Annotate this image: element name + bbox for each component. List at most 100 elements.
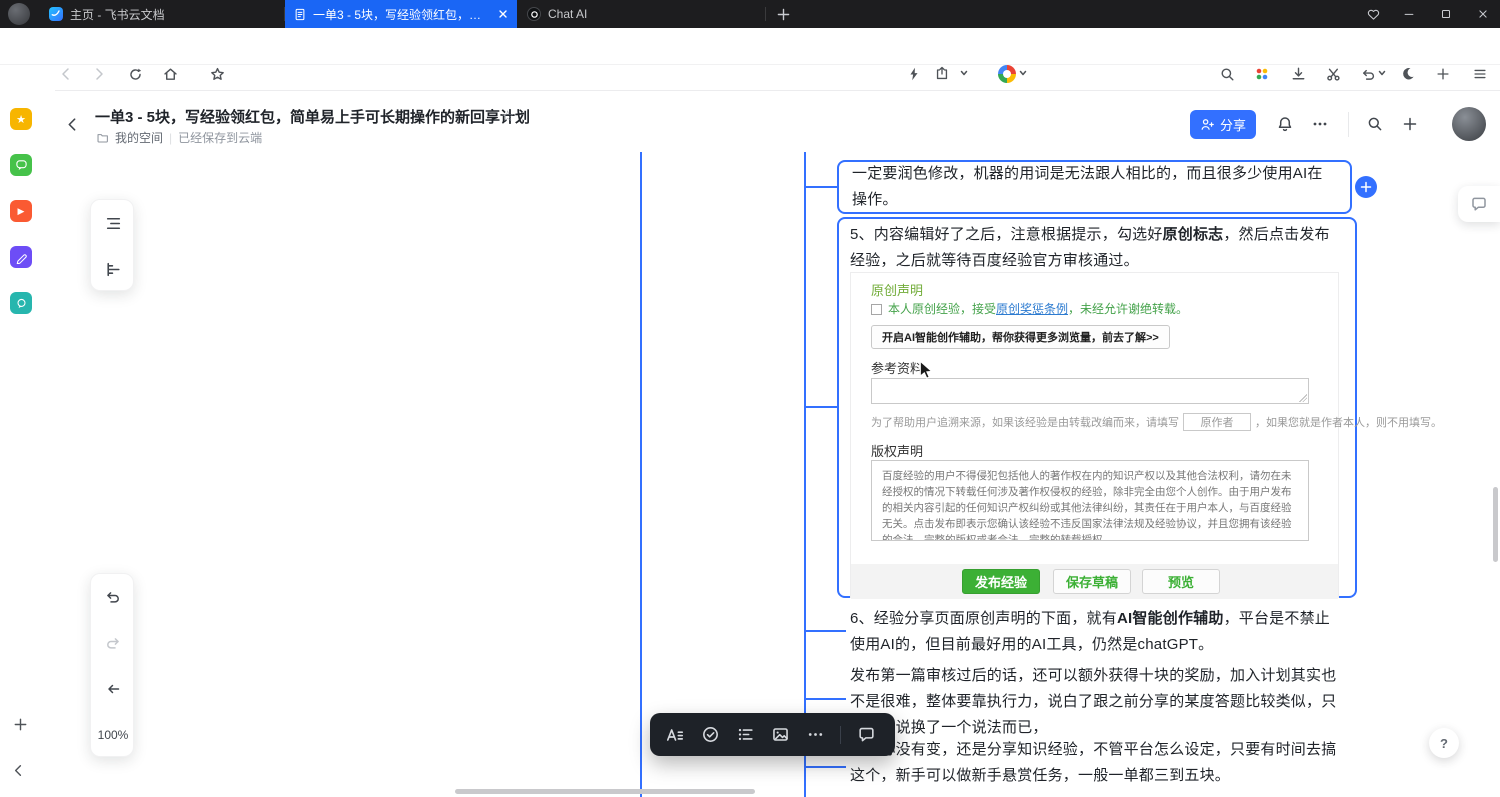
chevron-down-icon[interactable] [1375, 66, 1389, 80]
chevron-down-icon[interactable] [1016, 66, 1030, 80]
horizontal-scrollbar[interactable] [455, 789, 755, 794]
notification-bell-icon[interactable] [1272, 111, 1298, 137]
dark-mode-moon-icon[interactable] [1396, 62, 1420, 86]
copyright-legal-text: 百度经验的用户不得侵犯包括他人的著作权在内的知识产权以及其他合法权利，请勿在未经… [871, 460, 1309, 541]
mouse-cursor [919, 360, 935, 380]
sidebar-add-icon[interactable] [8, 712, 32, 736]
checkbox-text: ，未经允许谢绝转载。 [1068, 302, 1188, 316]
more-options-icon[interactable] [1307, 111, 1333, 137]
tab-title: 一单3 - 5块，写经验领红包，简单易... [313, 6, 491, 23]
bookmark-star-icon[interactable] [205, 62, 229, 86]
text-style-icon[interactable] [665, 725, 685, 745]
comments-panel-button[interactable] [1458, 186, 1500, 222]
collapse-sidebar-icon[interactable] [6, 758, 30, 782]
fit-to-screen-icon[interactable] [91, 666, 135, 712]
app-star-icon[interactable]: ★ [10, 108, 32, 130]
back-icon[interactable] [54, 62, 78, 86]
tab-title: 主页 - 飞书云文档 [70, 6, 275, 23]
vertical-scrollbar[interactable] [1493, 487, 1498, 562]
tab-feishu-home[interactable]: 主页 - 飞书云文档 [40, 0, 284, 28]
browser-profile-icon[interactable] [998, 65, 1016, 83]
breadcrumb[interactable]: 我的空间 [115, 129, 163, 146]
reward-rules-link[interactable]: 原创奖惩条例 [996, 302, 1068, 316]
bullet-list-icon[interactable] [735, 725, 755, 745]
original-checkbox[interactable] [871, 304, 882, 315]
mindmap-connector [804, 630, 846, 632]
download-icon[interactable] [1286, 62, 1310, 86]
app-video-icon[interactable]: ▶ [10, 200, 32, 222]
share-person-icon [1200, 117, 1215, 132]
share-button[interactable]: 分享 [1190, 110, 1256, 139]
heart-icon[interactable] [1358, 0, 1388, 28]
chat-ai-logo-icon [527, 7, 541, 21]
doc-back-icon[interactable] [59, 111, 85, 137]
screenshot-scissors-icon[interactable] [1321, 62, 1345, 86]
copyright-title: 版权声明 [871, 441, 923, 460]
step6-paragraph: 6、经验分享页面原创声明的下面，就有AI智能创作辅助，平台是不禁止使用AI的，但… [850, 606, 1344, 658]
comment-icon[interactable] [856, 725, 876, 745]
selected-note-block[interactable]: 一定要润色修改，机器的用词是无法跟人相比的，而且很多少使用AI在操作。 [837, 160, 1352, 214]
insert-image-icon[interactable] [770, 725, 790, 745]
close-tab-icon[interactable] [498, 9, 508, 19]
mindmap-structure-icon[interactable] [91, 246, 135, 292]
doc-search-icon[interactable] [1362, 111, 1388, 137]
browser-tab-bar: 主页 - 飞书云文档 一单3 - 5块，写经验领红包，简单易... Chat A… [0, 0, 1500, 28]
help-button[interactable]: ? [1429, 728, 1459, 758]
app-pen-icon[interactable] [10, 246, 32, 268]
close-window-button[interactable] [1468, 0, 1498, 28]
tab-chat-ai[interactable]: Chat AI [518, 0, 764, 28]
search-icon[interactable] [1215, 62, 1239, 86]
resize-grip[interactable] [1299, 394, 1307, 402]
home-icon[interactable] [158, 62, 182, 86]
app-wechat-icon[interactable] [10, 154, 32, 176]
paragraph-7: 发布第一篇审核过后的话，还可以额外获得十块的奖励，加入计划其实也不是很难，整体要… [850, 663, 1350, 741]
maximize-button[interactable] [1431, 0, 1461, 28]
redo-icon[interactable] [91, 620, 135, 666]
zoom-level[interactable]: 100% [91, 712, 135, 758]
step5-paragraph: 5、内容编辑好了之后，注意根据提示，勾选好原创标志，然后点击发布经验，之后就等待… [850, 222, 1334, 274]
share-page-icon[interactable] [930, 62, 954, 86]
minimize-button[interactable] [1394, 0, 1424, 28]
task-check-icon[interactable] [700, 725, 720, 745]
tab-separator [765, 7, 766, 21]
save-draft-button[interactable]: 保存草稿 [1053, 569, 1131, 594]
tab-current-doc[interactable]: 一单3 - 5块，写经验领红包，简单易... [285, 0, 517, 28]
original-author-input[interactable]: 原作者 [1183, 413, 1251, 431]
header-divider [1348, 112, 1349, 137]
original-checkbox-label: 本人原创经验，接受原创奖惩条例，未经允许谢绝转载。 [888, 300, 1188, 317]
note-text: ，如果您就是作者本人，则不用填写。 [1255, 414, 1442, 430]
mindmap-branch-line [640, 152, 642, 797]
mindmap-connector [804, 186, 837, 188]
chevron-down-icon[interactable] [957, 66, 971, 80]
reference-textarea[interactable] [871, 378, 1309, 404]
forward-icon[interactable] [87, 62, 111, 86]
add-icon[interactable] [1431, 62, 1455, 86]
doc-floating-toolbar [650, 713, 895, 756]
ai-assist-button[interactable]: 开启AI智能创作辅助，帮你获得更多浏览量，前去了解>> [871, 325, 1170, 349]
outline-list-icon[interactable] [91, 200, 135, 246]
more-tools-icon[interactable] [805, 725, 825, 745]
mindmap-connector [804, 406, 837, 408]
refresh-icon[interactable] [123, 62, 147, 86]
add-block-button[interactable] [1355, 176, 1377, 198]
document-top-divider [55, 90, 1500, 91]
undo-icon[interactable] [91, 574, 135, 620]
browser-user-avatar[interactable] [8, 3, 30, 25]
doc-add-icon[interactable] [1397, 111, 1423, 137]
user-avatar[interactable] [1452, 107, 1486, 141]
doc-breadcrumb-row: 我的空间 | 已经保存到云端 [96, 129, 262, 146]
publish-button[interactable]: 发布经验 [962, 569, 1040, 594]
mindmap-connector [804, 766, 846, 768]
step5-text: 5、内容编辑好了之后，注意根据提示，勾选好 [850, 226, 1163, 243]
lightning-icon[interactable] [902, 62, 926, 86]
menu-hamburger-icon[interactable] [1468, 62, 1492, 86]
preview-button[interactable]: 预览 [1142, 569, 1220, 594]
outline-panel [90, 199, 134, 291]
star-glyph: ★ [16, 113, 26, 126]
original-declaration-title: 原创声明 [871, 280, 923, 299]
extensions-icon[interactable] [1250, 62, 1274, 86]
new-tab-button[interactable] [772, 3, 794, 25]
favorite-star-icon[interactable]: ☆ [501, 107, 514, 125]
play-glyph: ▶ [18, 206, 25, 217]
app-chat-icon[interactable] [10, 292, 32, 314]
